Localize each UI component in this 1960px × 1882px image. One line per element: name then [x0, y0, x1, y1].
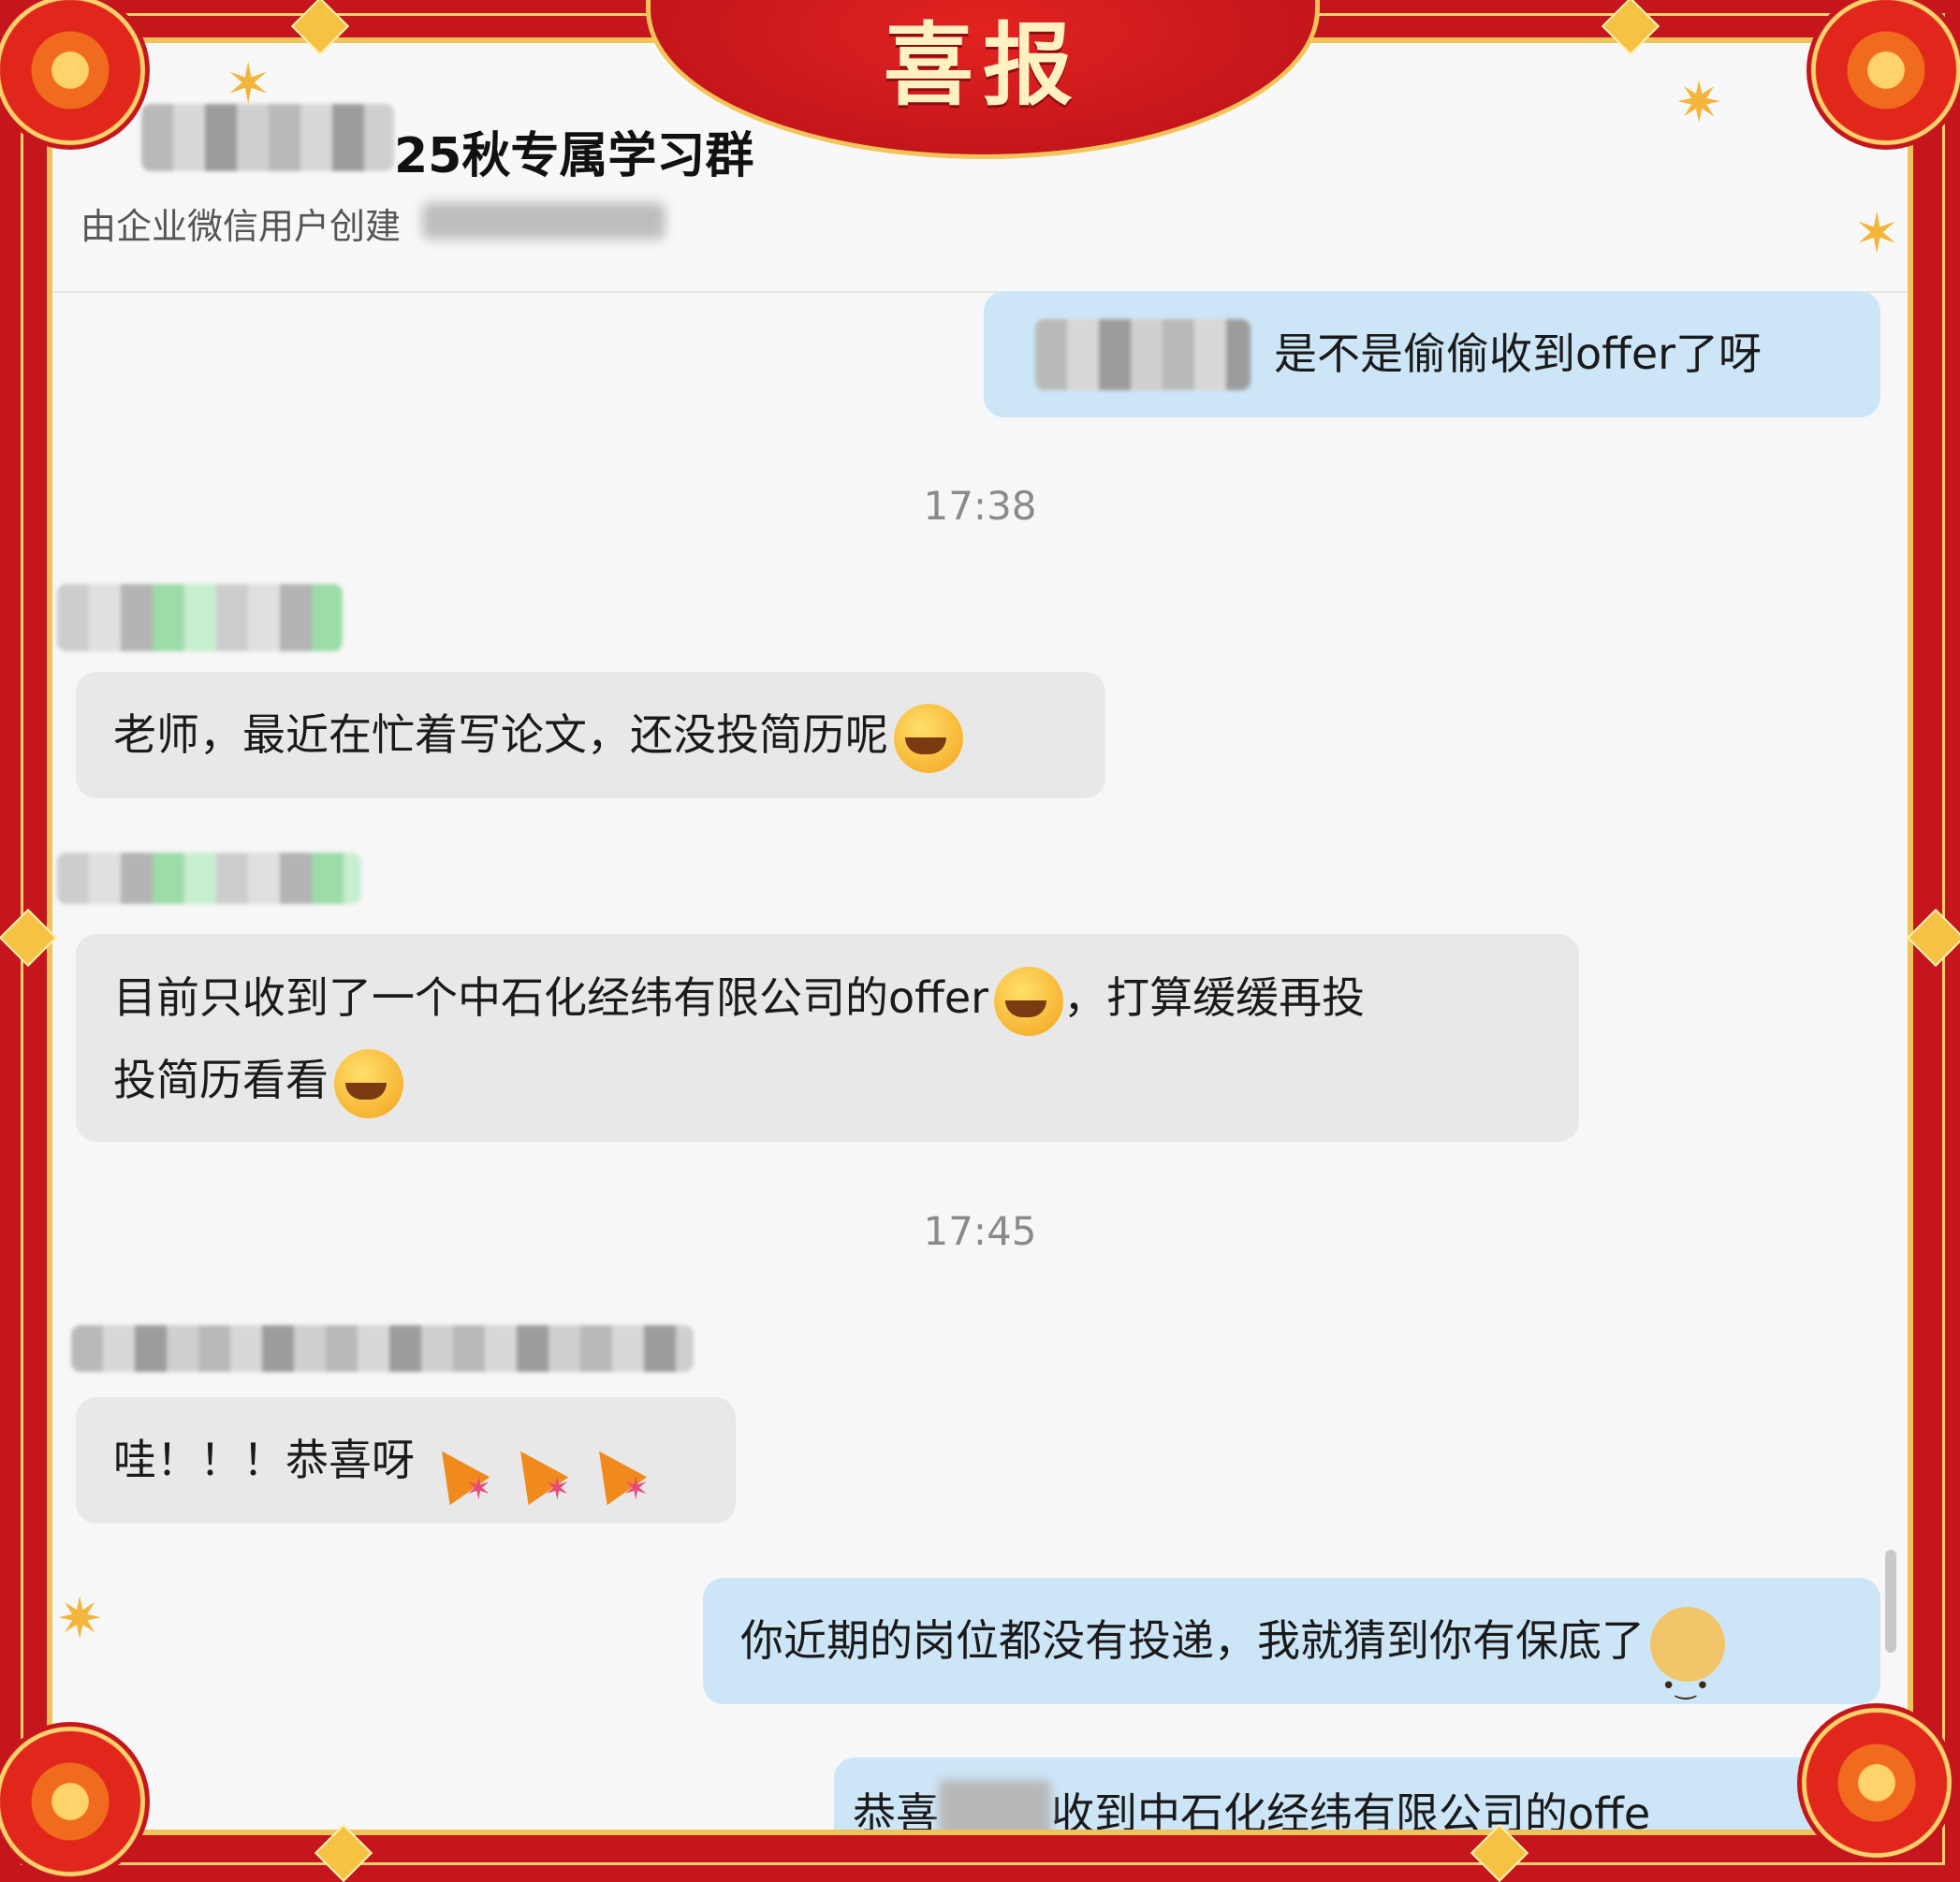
name-redacted	[939, 1779, 1051, 1830]
scrollbar[interactable]	[1885, 1550, 1896, 1653]
sender-name-redacted	[71, 1325, 694, 1372]
laughing-tears-emoji-icon	[994, 966, 1064, 1036]
message-bubble-other[interactable]: 老师，最近在忙着写论文，还没投简历呢	[76, 672, 1105, 798]
group-subtitle: 由企业微信用户创建	[80, 206, 402, 247]
party-popper-icon	[583, 1426, 651, 1553]
laughing-tears-emoji-icon	[334, 1048, 403, 1118]
party-popper-icon	[426, 1426, 493, 1553]
sender-name-redacted	[57, 853, 361, 904]
message-text-line1b: ，打算缓缓再投	[1063, 972, 1366, 1023]
chat-window: 25秋专属学习群 由企业微信用户创建 是不是偷偷收到offer了呀 17:38 …	[47, 37, 1913, 1835]
message-text: 哇！！！恭喜呀	[113, 1435, 415, 1485]
doge-emoji-icon	[1650, 1606, 1725, 1750]
group-subtitle-redacted	[422, 202, 666, 240]
timestamp: 17:45	[923, 1208, 1037, 1254]
message-text-post: 收到中石化经纬有限公司的offe	[1051, 1788, 1651, 1835]
message-text: 老师，最近在忙着写论文，还没投简历呢	[113, 709, 888, 760]
message-text-pre: 恭喜	[853, 1788, 939, 1835]
laughing-tears-emoji-icon	[894, 703, 963, 773]
corner-flower-bottom-left	[0, 1722, 150, 1881]
sparkle-icon: ✶	[1853, 201, 1901, 267]
message-text-line2: 投简历看看	[113, 1055, 329, 1105]
corner-flower-bottom-right	[1797, 1703, 1956, 1862]
quote-redacted	[1035, 319, 1251, 390]
message-bubble-me[interactable]: 恭喜 收到中石化经纬有限公司的offe	[834, 1758, 1892, 1835]
sparkle-icon: ✶	[225, 51, 272, 117]
sender-name-redacted	[57, 584, 343, 651]
message-bubble-me[interactable]: 你近期的岗位都没有投递，我就猜到你有保底了	[703, 1578, 1880, 1750]
gold-diamond-right	[1906, 908, 1960, 968]
party-popper-icon	[505, 1426, 572, 1553]
message-text-line1: 目前只收到了一个中石化经纬有限公司的offer	[113, 972, 989, 1023]
message-bubble-other[interactable]: 目前只收到了一个中石化经纬有限公司的offer ，打算缓缓再投 投简历看看	[76, 934, 1579, 1142]
message-text: 是不是偷偷收到offer了呀	[1274, 328, 1763, 379]
sparkle-icon: ✷	[56, 1586, 104, 1652]
banner-title: 喜报	[884, 12, 1082, 118]
sparkle-icon: ✷	[1675, 70, 1723, 136]
message-bubble-other[interactable]: 哇！！！恭喜呀	[76, 1397, 736, 1553]
message-text: 你近期的岗位都没有投递，我就猜到你有保底了	[740, 1615, 1645, 1666]
timestamp: 17:38	[923, 483, 1037, 529]
